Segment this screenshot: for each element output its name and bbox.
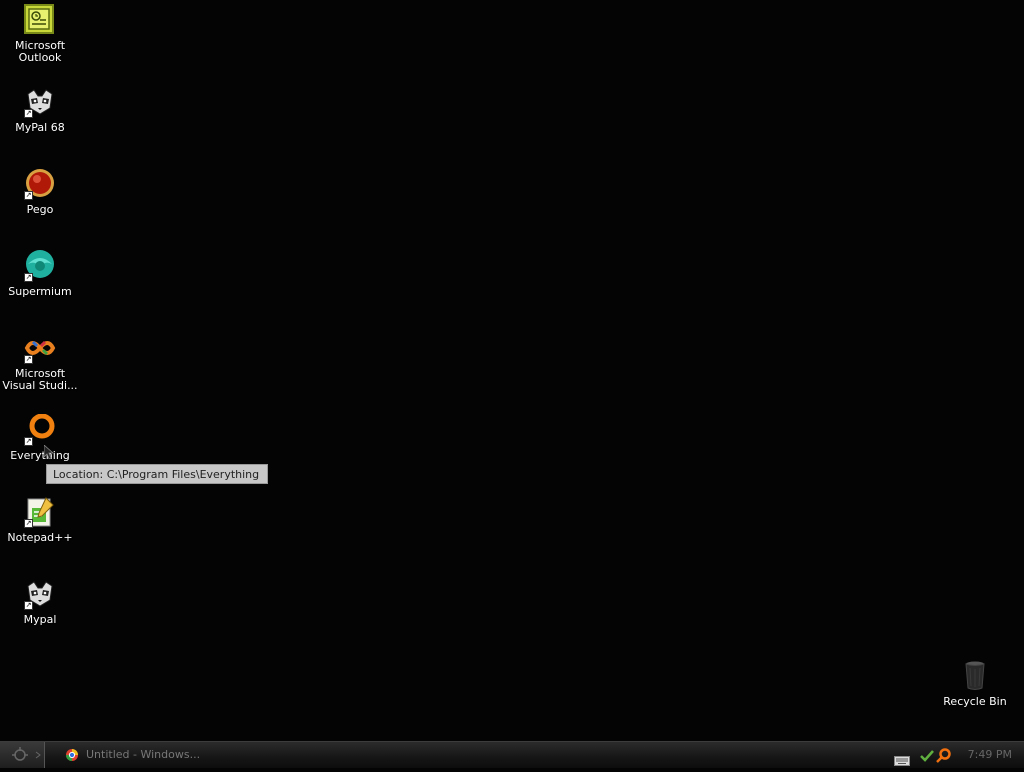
desktop-icon-visual-studio[interactable]: ↗ Microsoft Visual Studi... xyxy=(0,332,80,392)
visual-studio-icon: ↗ xyxy=(24,332,56,364)
browser-icon xyxy=(65,748,79,769)
everything-search-icon[interactable] xyxy=(936,747,952,767)
everything-icon: ↗ xyxy=(24,413,56,446)
desktop-icon-outlook[interactable]: Microsoft Outlook xyxy=(0,4,80,64)
notepadpp-icon: ↗ xyxy=(24,496,56,528)
system-tray: 7:49 PM xyxy=(884,742,1024,768)
shortcut-arrow-icon: ↗ xyxy=(24,273,33,282)
icon-label: Notepad++ xyxy=(7,531,73,544)
desktop-icon-notepadpp[interactable]: ↗ Notepad++ xyxy=(0,496,80,544)
pego-icon: ↗ xyxy=(24,168,56,200)
desktop-icon-everything[interactable]: ↗ Everything xyxy=(0,413,80,462)
start-button[interactable] xyxy=(0,742,45,768)
taskbar-task-window[interactable]: Untitled - Windows... xyxy=(60,745,250,765)
supermium-icon: ↗ xyxy=(24,250,56,282)
desktop-icon-mypal-68[interactable]: ↗ MyPal 68 xyxy=(0,86,80,134)
desktop-icon-recycle-bin[interactable]: Recycle Bin xyxy=(935,660,1015,708)
task-label: Untitled - Windows... xyxy=(86,748,201,761)
checkmark-tray-icon[interactable] xyxy=(920,748,934,767)
raccoon-icon: ↗ xyxy=(24,578,56,610)
shortcut-arrow-icon: ↗ xyxy=(24,519,33,528)
desktop-icon-supermium[interactable]: ↗ Supermium xyxy=(0,250,80,298)
mouse-cursor-icon xyxy=(43,444,55,463)
icon-label: MyPal 68 xyxy=(15,121,65,134)
icon-label: Visual Studi... xyxy=(2,379,78,392)
icon-label: Mypal xyxy=(23,613,57,626)
taskbar: Untitled - Windows... 7:49 PM xyxy=(0,741,1024,768)
icon-label: Supermium xyxy=(8,285,72,298)
start-orb-icon xyxy=(12,747,41,761)
location-tooltip: Location: C:\Program Files\Everything xyxy=(46,464,268,484)
shortcut-arrow-icon: ↗ xyxy=(24,437,33,446)
shortcut-arrow-icon: ↗ xyxy=(24,191,33,200)
clock[interactable]: 7:49 PM xyxy=(968,742,1012,768)
shortcut-arrow-icon: ↗ xyxy=(24,355,33,364)
desktop-icon-mypal[interactable]: ↗ Mypal xyxy=(0,578,80,626)
desktop: Microsoft Outlook ↗ MyPal 68 ↗ Pego ↗ Su… xyxy=(0,0,1024,741)
desktop-icon-pego[interactable]: ↗ Pego xyxy=(0,168,80,216)
shortcut-arrow-icon: ↗ xyxy=(24,601,33,610)
outlook-icon xyxy=(24,4,56,36)
icon-label: Recycle Bin xyxy=(943,695,1007,708)
icon-label: Outlook xyxy=(18,51,62,64)
icon-label: Pego xyxy=(26,203,54,216)
raccoon-icon: ↗ xyxy=(24,86,56,118)
icon-label: Everything xyxy=(10,449,70,462)
keyboard-icon[interactable] xyxy=(894,751,910,770)
shortcut-arrow-icon: ↗ xyxy=(24,109,33,118)
recycle-bin-icon xyxy=(959,660,991,692)
